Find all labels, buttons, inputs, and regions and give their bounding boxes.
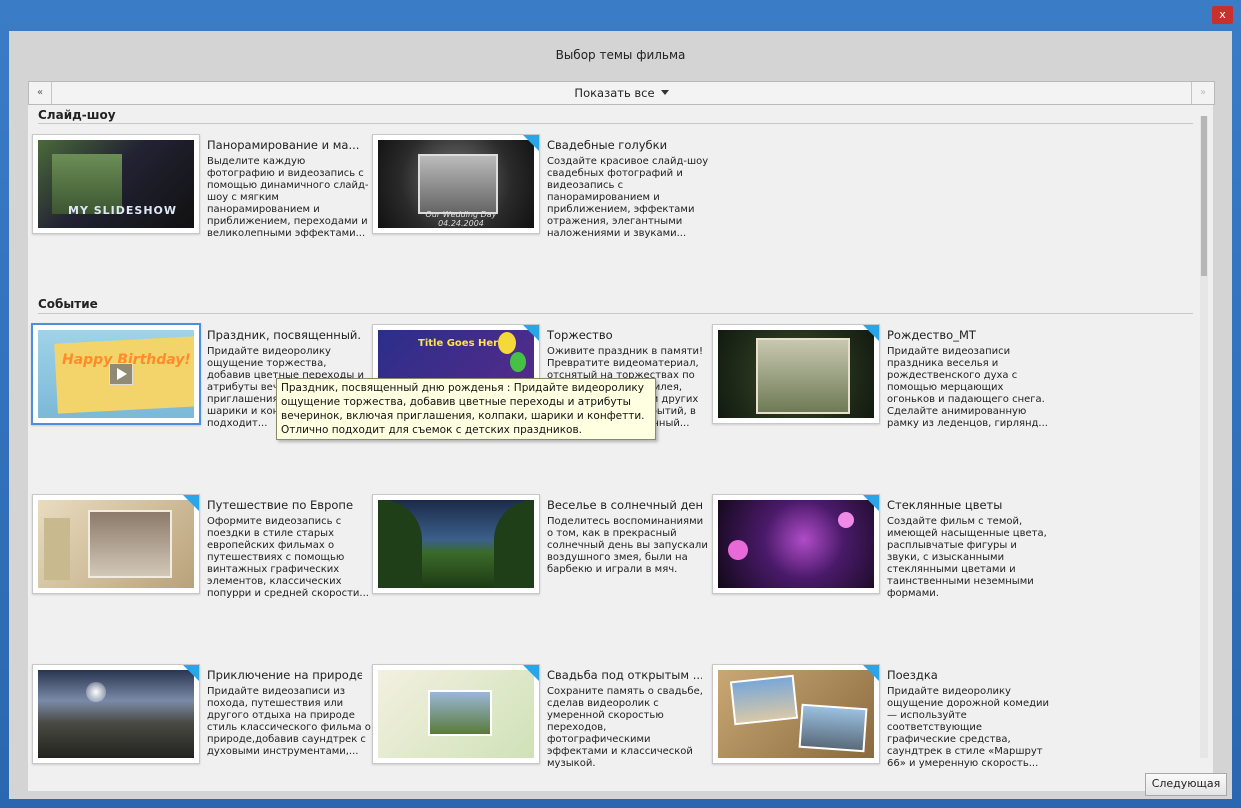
play-icon[interactable]: [109, 363, 133, 385]
theme-title: Стеклянные цветы: [887, 498, 1003, 512]
chevron-down-icon: [660, 90, 669, 95]
theme-title: Праздник, посвященный...: [207, 328, 362, 342]
new-badge-icon: [523, 665, 539, 681]
vertical-scrollbar[interactable]: [1200, 116, 1208, 758]
filter-label: Показать все: [574, 86, 655, 100]
theme-title: Свадьба под открытым ...: [547, 668, 702, 682]
section-divider: [38, 313, 1193, 314]
theme-tooltip: Праздник, посвященный дню рожденья : При…: [276, 378, 656, 440]
thumbnail-image: [378, 670, 534, 758]
next-button[interactable]: Следующая: [1145, 773, 1227, 796]
theme-title: Веселье в солнечный день: [547, 498, 702, 512]
photo-shape: [798, 703, 868, 753]
thumbnail-caption: Title Goes Here: [418, 338, 505, 349]
themes-panel: Слайд-шоу Событие MY SLIDESHOW Панорамир…: [28, 105, 1213, 791]
new-badge-icon: [523, 135, 539, 151]
new-badge-icon: [863, 665, 879, 681]
theme-description: Придайте видеозаписи праздника веселья и…: [887, 346, 1048, 429]
new-badge-icon: [863, 325, 879, 341]
theme-title: Панорамирование и ма...: [207, 138, 360, 152]
theme-thumbnail[interactable]: [372, 494, 540, 594]
scrollbar-thumb[interactable]: [1201, 116, 1207, 276]
theme-thumbnail[interactable]: MY SLIDESHOW: [32, 134, 200, 234]
section-title-event: Событие: [38, 297, 98, 311]
theme-card-europe-trip[interactable]: Путешествие по Европе Оформите видеозапи…: [28, 492, 369, 602]
theme-title: Путешествие по Европе: [207, 498, 354, 512]
photo-shape: [756, 338, 850, 414]
tree-shape: [378, 500, 422, 588]
theme-card-nature-adventure[interactable]: Приключение на природе Придайте видеозап…: [28, 662, 371, 772]
scroll-left-icon[interactable]: «: [29, 82, 52, 104]
thumbnail-image: Our Wedding Day 04.24.2004: [378, 140, 534, 228]
balloon-shape: [498, 332, 516, 354]
theme-description: Придайте видеоролику ощущение дорожной к…: [887, 686, 1050, 769]
theme-card-christmas[interactable]: Рождество_MT Придайте видеозаписи праздн…: [708, 322, 1048, 432]
new-badge-icon: [863, 495, 879, 511]
section-divider: [38, 123, 1193, 124]
thumbnail-caption: Our Wedding Day 04.24.2004: [425, 210, 497, 228]
balloon-shape: [510, 352, 526, 372]
theme-description: Выделите каждую фотографию и видеозапись…: [207, 156, 369, 239]
filter-dropdown: Показать все: [29, 82, 1214, 104]
theme-card-wedding-doves[interactable]: Our Wedding Day 04.24.2004 Свадебные гол…: [368, 132, 708, 242]
photo-shape: [428, 690, 492, 736]
theme-description: Сохраните память о свадьбе, сделав видео…: [547, 686, 703, 769]
theme-description: Придайте видеозаписи из похода, путешест…: [207, 686, 371, 757]
filter-toolbar: « Показать все »: [28, 81, 1215, 105]
close-button[interactable]: x: [1212, 6, 1233, 24]
theme-description: Поделитесь воспоминаниями о том, как в п…: [547, 516, 708, 575]
theme-description: Создайте фильм с темой, имеющей насыщенн…: [887, 516, 1047, 599]
thumbnail-image: [718, 670, 874, 758]
thumbnail-image: [718, 330, 874, 418]
theme-thumbnail[interactable]: [32, 494, 200, 594]
theme-card-road-trip[interactable]: Поездка Придайте видеоролику ощущение до…: [708, 662, 1049, 772]
thumbnail-image: [38, 500, 194, 588]
theme-thumbnail[interactable]: [32, 664, 200, 764]
photo-shape: [418, 154, 498, 214]
theme-title: Поездка: [887, 668, 938, 682]
tower-shape: [44, 518, 70, 580]
theme-thumbnail[interactable]: Our Wedding Day 04.24.2004: [372, 134, 540, 234]
theme-card-glass-flowers[interactable]: Стеклянные цветы Создайте фильм с темой,…: [708, 492, 1047, 602]
theme-thumbnail-selected[interactable]: Happy Birthday!: [31, 323, 201, 425]
theme-thumbnail[interactable]: [712, 324, 880, 424]
theme-thumbnail[interactable]: [712, 494, 880, 594]
thumbnail-image: Happy Birthday!: [38, 330, 194, 418]
new-badge-icon: [523, 325, 539, 341]
scroll-right-icon[interactable]: »: [1191, 82, 1214, 104]
flower-shape: [728, 540, 748, 560]
theme-title: Свадебные голубки: [547, 138, 668, 152]
thumbnail-image: [38, 670, 194, 758]
thumbnail-image: MY SLIDESHOW: [38, 140, 194, 228]
thumbnail-caption: MY SLIDESHOW: [68, 204, 178, 217]
theme-thumbnail[interactable]: [372, 664, 540, 764]
thumbnail-image: [718, 500, 874, 588]
photo-shape: [88, 510, 172, 578]
theme-title: Торжество: [547, 328, 613, 342]
sun-shape: [86, 682, 106, 702]
photo-shape: [729, 674, 799, 726]
theme-card-outdoor-wedding[interactable]: Свадьба под открытым ... Сохраните памят…: [368, 662, 703, 772]
window-frame: x Выбор темы фильма « Показать все » Сла…: [0, 0, 1241, 808]
theme-description: Создайте красивое слайд-шоу свадебных фо…: [547, 156, 709, 239]
theme-card-sunny-day[interactable]: Веселье в солнечный день Поделитесь восп…: [368, 492, 708, 602]
new-badge-icon: [183, 665, 199, 681]
section-title-slideshow: Слайд-шоу: [38, 108, 116, 122]
new-badge-icon: [183, 495, 199, 511]
theme-description: Оформите видеозапись с поездки в стиле с…: [207, 516, 369, 599]
filter-dropdown-button[interactable]: Показать все: [574, 86, 669, 100]
thumbnail-image: [378, 500, 534, 588]
theme-card-pan-zoom[interactable]: MY SLIDESHOW Панорамирование и ма... Выд…: [28, 132, 369, 242]
tree-shape: [494, 500, 534, 588]
flower-shape: [838, 512, 854, 528]
theme-thumbnail[interactable]: [712, 664, 880, 764]
theme-title: Рождество_MT: [887, 328, 976, 342]
theme-title: Приключение на природе: [207, 668, 362, 682]
dialog-title: Выбор темы фильма: [555, 48, 686, 62]
